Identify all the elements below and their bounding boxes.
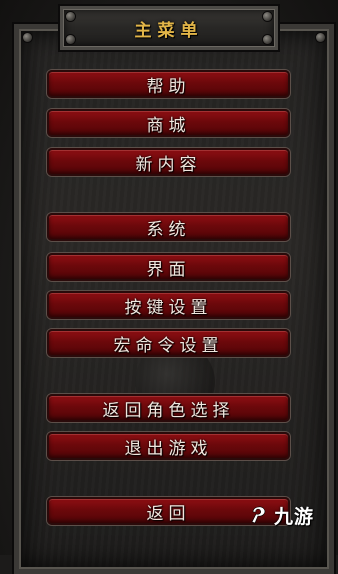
- keybindings-button-label: 按键设置: [124, 297, 213, 318]
- exit-game-button[interactable]: 退出游戏: [47, 432, 290, 460]
- return-to-character-select-button[interactable]: 返回角色选择: [47, 394, 290, 422]
- keybindings-button[interactable]: 按键设置: [47, 291, 290, 319]
- menu-title-plate: 主菜单: [60, 6, 278, 50]
- system-button[interactable]: 系统: [47, 213, 290, 241]
- watermark: 九游: [248, 500, 314, 530]
- shop-button[interactable]: 商城: [47, 109, 290, 137]
- rivet-icon: [66, 12, 75, 21]
- macros-button[interactable]: 宏命令设置: [47, 329, 290, 357]
- return-button-label: 返回: [146, 503, 191, 524]
- watermark-text: 九游: [274, 505, 315, 528]
- rivet-icon: [263, 35, 272, 44]
- macros-button-label: 宏命令设置: [113, 335, 224, 356]
- system-button-label: 系统: [146, 219, 191, 240]
- help-button[interactable]: 帮助: [47, 70, 290, 98]
- rivet-icon: [66, 35, 75, 44]
- interface-button-label: 界面: [146, 259, 191, 280]
- exit-game-button-label: 退出游戏: [124, 438, 213, 459]
- shop-button-label: 商城: [146, 115, 191, 136]
- interface-button[interactable]: 界面: [47, 253, 290, 281]
- menu-title: 主菜单: [134, 20, 204, 41]
- new-content-button[interactable]: 新内容: [47, 148, 290, 176]
- rivet-icon: [316, 33, 325, 42]
- 9game-logo-icon: [251, 506, 266, 524]
- help-button-label: 帮助: [146, 76, 191, 97]
- new-content-button-label: 新内容: [135, 154, 202, 175]
- rivet-icon: [23, 33, 32, 42]
- return-to-character-select-label: 返回角色选择: [102, 400, 235, 421]
- rivet-icon: [263, 12, 272, 21]
